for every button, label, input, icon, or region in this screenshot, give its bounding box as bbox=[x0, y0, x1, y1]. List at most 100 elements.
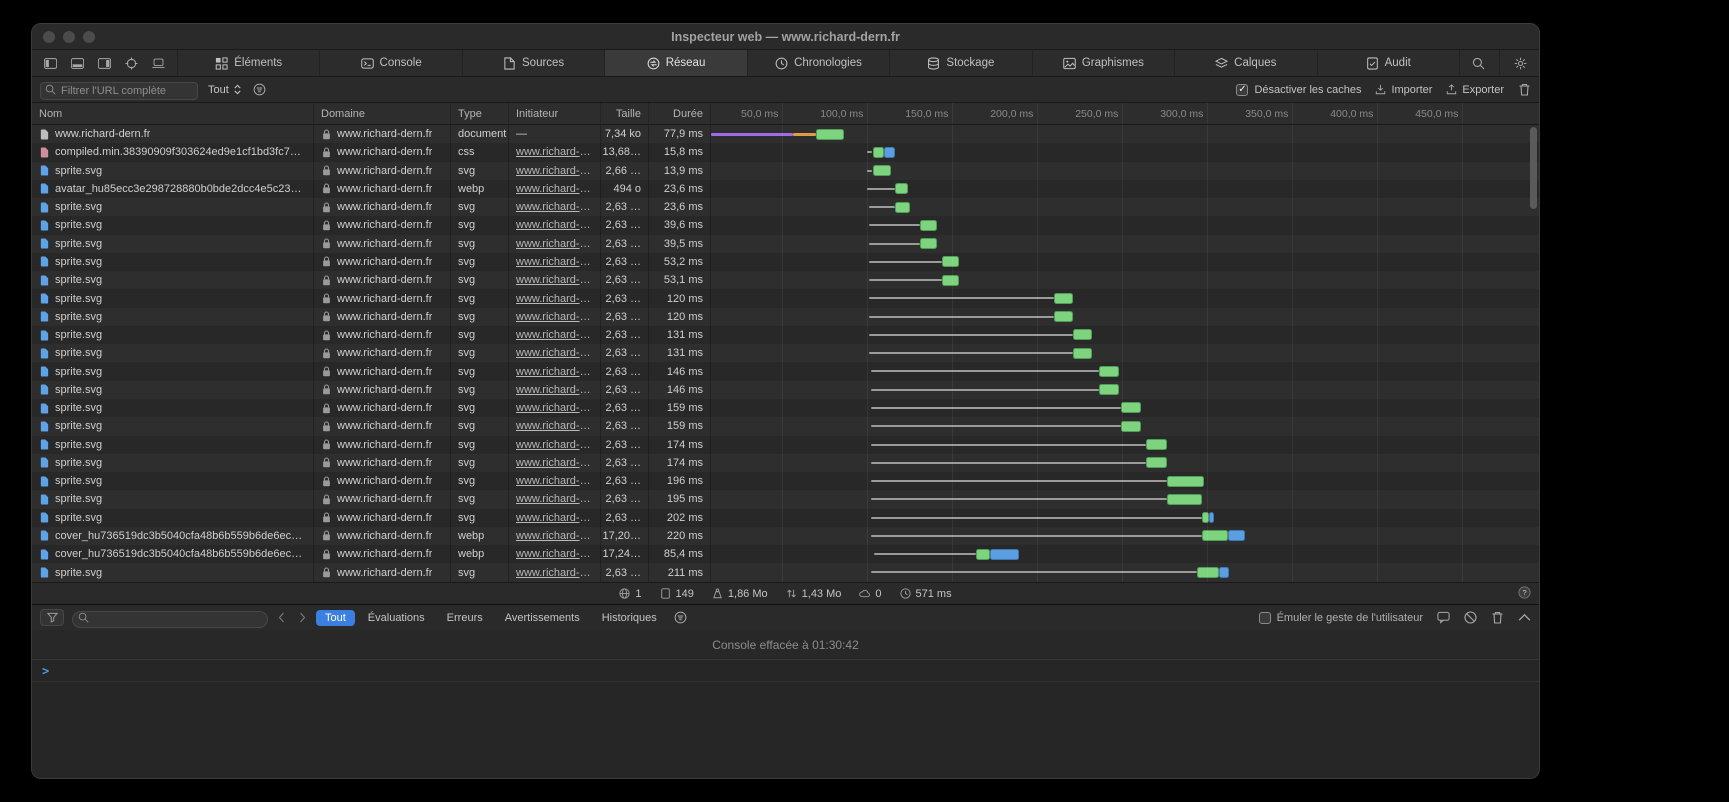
initiator-link[interactable]: www.richard-d… bbox=[516, 329, 593, 341]
initiator-link[interactable]: www.richard-d… bbox=[516, 384, 593, 396]
tab-sources[interactable]: Sources bbox=[462, 50, 604, 76]
scope-options-icon[interactable] bbox=[674, 611, 687, 624]
console-trash-icon[interactable] bbox=[1491, 611, 1504, 624]
network-request-row[interactable]: sprite.svg www.richard-dern.fr svg www.r… bbox=[32, 381, 1539, 399]
waterfall-cell[interactable] bbox=[711, 180, 1539, 198]
tab-network[interactable]: Réseau bbox=[604, 50, 746, 76]
network-request-row[interactable]: sprite.svg www.richard-dern.fr svg www.r… bbox=[32, 399, 1539, 417]
network-request-row[interactable]: sprite.svg www.richard-dern.fr svg www.r… bbox=[32, 308, 1539, 326]
network-request-row[interactable]: sprite.svg www.richard-dern.fr svg www.r… bbox=[32, 162, 1539, 180]
waterfall-cell[interactable] bbox=[711, 198, 1539, 216]
initiator-link[interactable]: www.richard-d… bbox=[516, 420, 593, 432]
column-header-nom[interactable]: Nom bbox=[32, 103, 314, 124]
initiator-link[interactable]: www.richard-d… bbox=[516, 201, 593, 213]
waterfall-cell[interactable] bbox=[711, 436, 1539, 454]
initiator-link[interactable]: www.richard-d… bbox=[516, 530, 593, 542]
network-request-row[interactable]: sprite.svg www.richard-dern.fr svg www.r… bbox=[32, 198, 1539, 216]
waterfall-cell[interactable] bbox=[711, 545, 1539, 563]
initiator-link[interactable]: www.richard-d… bbox=[516, 165, 593, 177]
titlebar[interactable]: Inspecteur web — www.richard-dern.fr bbox=[32, 24, 1539, 50]
network-request-row[interactable]: sprite.svg www.richard-dern.fr svg www.r… bbox=[32, 490, 1539, 508]
waterfall-cell[interactable] bbox=[711, 527, 1539, 545]
waterfall-cell[interactable] bbox=[711, 235, 1539, 253]
initiator-link[interactable]: www.richard-d… bbox=[516, 238, 593, 250]
initiator-link[interactable]: www.richard-d… bbox=[516, 311, 593, 323]
waterfall-cell[interactable] bbox=[711, 162, 1539, 180]
export-button[interactable]: Exporter bbox=[1446, 84, 1504, 96]
waterfall-cell[interactable] bbox=[711, 509, 1539, 527]
waterfall-cell[interactable] bbox=[711, 271, 1539, 289]
column-header-domaine[interactable]: Domaine bbox=[314, 103, 451, 124]
console-scope-avertissements[interactable]: Avertissements bbox=[496, 610, 589, 626]
column-header-initiateur[interactable]: Initiateur bbox=[509, 103, 601, 124]
initiator-link[interactable]: www.richard-d… bbox=[516, 475, 593, 487]
device-settings-icon[interactable] bbox=[152, 57, 165, 70]
tab-console[interactable]: Console bbox=[319, 50, 461, 76]
network-request-row[interactable]: sprite.svg www.richard-dern.fr svg www.r… bbox=[32, 289, 1539, 307]
emulate-gesture-checkbox[interactable]: Émuler le geste de l'utilisateur bbox=[1259, 612, 1423, 624]
initiator-link[interactable]: www.richard-d… bbox=[516, 146, 593, 158]
console-scope-tout[interactable]: Tout bbox=[316, 610, 355, 626]
waterfall-cell[interactable] bbox=[711, 362, 1539, 380]
network-request-row[interactable]: sprite.svg www.richard-dern.fr svg www.r… bbox=[32, 344, 1539, 362]
type-filter-dropdown[interactable]: Tout bbox=[208, 84, 243, 96]
console-scope-évaluations[interactable]: Évaluations bbox=[359, 610, 434, 626]
settings-gear-icon[interactable] bbox=[1514, 57, 1527, 70]
tab-timelines[interactable]: Chronologies bbox=[747, 50, 889, 76]
console-scope-erreurs[interactable]: Erreurs bbox=[438, 610, 492, 626]
url-filter-field[interactable] bbox=[40, 81, 198, 99]
dock-right-icon[interactable] bbox=[98, 57, 111, 70]
network-request-row[interactable]: sprite.svg www.richard-dern.fr svg www.r… bbox=[32, 454, 1539, 472]
console-drawer-icon[interactable] bbox=[1437, 611, 1450, 624]
network-request-row[interactable]: sprite.svg www.richard-dern.fr svg www.r… bbox=[32, 472, 1539, 490]
network-request-row[interactable]: sprite.svg www.richard-dern.fr svg www.r… bbox=[32, 253, 1539, 271]
initiator-link[interactable]: www.richard-d… bbox=[516, 366, 593, 378]
waterfall-cell[interactable] bbox=[711, 563, 1539, 581]
network-request-row[interactable]: sprite.svg www.richard-dern.fr svg www.r… bbox=[32, 362, 1539, 380]
vertical-scrollbar-thumb[interactable] bbox=[1530, 127, 1537, 209]
network-request-row[interactable]: sprite.svg www.richard-dern.fr svg www.r… bbox=[32, 216, 1539, 234]
waterfall-cell[interactable] bbox=[711, 417, 1539, 435]
network-request-row[interactable]: sprite.svg www.richard-dern.fr svg www.r… bbox=[32, 563, 1539, 581]
clear-network-trash-icon[interactable] bbox=[1518, 83, 1531, 96]
column-header-type[interactable]: Type bbox=[451, 103, 509, 124]
network-request-row[interactable]: sprite.svg www.richard-dern.fr svg www.r… bbox=[32, 271, 1539, 289]
waterfall-cell[interactable] bbox=[711, 289, 1539, 307]
initiator-link[interactable]: www.richard-d… bbox=[516, 439, 593, 451]
initiator-link[interactable]: www.richard-d… bbox=[516, 183, 593, 195]
initiator-link[interactable]: www.richard-d… bbox=[516, 402, 593, 414]
back-icon[interactable] bbox=[276, 612, 287, 623]
initiator-link[interactable]: www.richard-d… bbox=[516, 567, 593, 579]
console-filter-button[interactable] bbox=[40, 609, 64, 626]
initiator-link[interactable]: www.richard-d… bbox=[516, 548, 593, 560]
column-header-durée[interactable]: Durée bbox=[649, 103, 711, 124]
filter-options-icon[interactable] bbox=[253, 83, 266, 96]
clear-console-icon[interactable] bbox=[1464, 611, 1477, 624]
initiator-link[interactable]: www.richard-d… bbox=[516, 274, 593, 286]
console-search-field[interactable] bbox=[72, 609, 268, 626]
network-request-row[interactable]: sprite.svg www.richard-dern.fr svg www.r… bbox=[32, 326, 1539, 344]
tab-elements[interactable]: Éléments bbox=[177, 50, 319, 76]
waterfall-cell[interactable] bbox=[711, 326, 1539, 344]
expand-console-icon[interactable] bbox=[1518, 611, 1531, 624]
dock-bottom-icon[interactable] bbox=[71, 57, 84, 70]
waterfall-cell[interactable] bbox=[711, 472, 1539, 490]
network-request-row[interactable]: www.richard-dern.fr www.richard-dern.fr … bbox=[32, 125, 1539, 143]
initiator-link[interactable]: www.richard-d… bbox=[516, 493, 593, 505]
initiator-link[interactable]: www.richard-d… bbox=[516, 512, 593, 524]
column-header-taille[interactable]: Taille bbox=[601, 103, 649, 124]
network-request-row[interactable]: sprite.svg www.richard-dern.fr svg www.r… bbox=[32, 235, 1539, 253]
waterfall-cell[interactable] bbox=[711, 490, 1539, 508]
waterfall-cell[interactable] bbox=[711, 381, 1539, 399]
initiator-link[interactable]: www.richard-d… bbox=[516, 457, 593, 469]
waterfall-cell[interactable] bbox=[711, 125, 1539, 143]
waterfall-cell[interactable] bbox=[711, 454, 1539, 472]
help-icon[interactable]: ? bbox=[1518, 586, 1531, 599]
tab-audit[interactable]: Audit bbox=[1317, 50, 1459, 76]
tab-storage[interactable]: Stockage bbox=[889, 50, 1031, 76]
network-request-row[interactable]: compiled.min.38390909f303624ed9e1cf1bd3f… bbox=[32, 143, 1539, 161]
zoom-window-button[interactable] bbox=[83, 31, 95, 43]
search-icon[interactable] bbox=[1472, 57, 1485, 70]
network-request-row[interactable]: sprite.svg www.richard-dern.fr svg www.r… bbox=[32, 436, 1539, 454]
initiator-link[interactable]: www.richard-d… bbox=[516, 293, 593, 305]
